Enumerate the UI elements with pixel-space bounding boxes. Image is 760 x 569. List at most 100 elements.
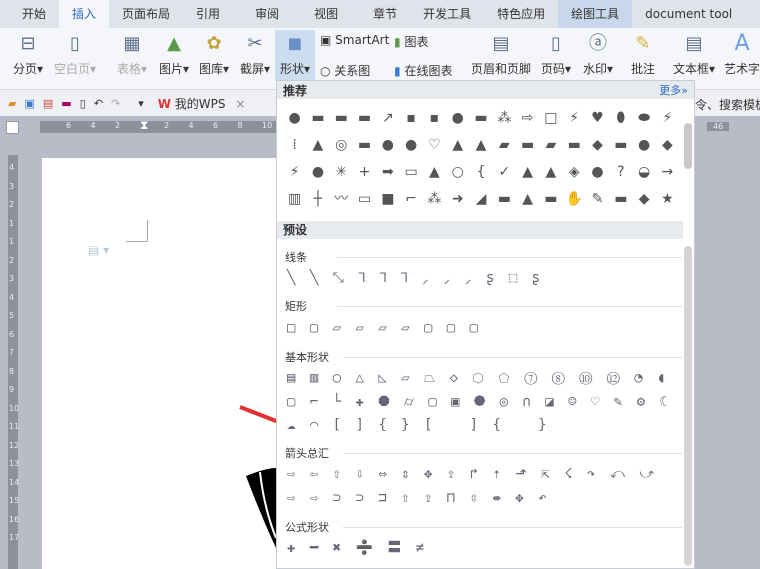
- shape-option[interactable]: ♡: [423, 132, 446, 159]
- relation-button[interactable]: ○ 关系图: [320, 62, 370, 79]
- shape-option[interactable]: ▬: [563, 132, 586, 159]
- shape-option[interactable]: ➡: [376, 159, 399, 186]
- shape-option[interactable]: ▲: [516, 159, 539, 186]
- lines-shapes[interactable]: ╲╲⤡⅂⅂⅂⸝⸝⸝ʂ⬚ʂ: [287, 267, 687, 291]
- shape-option[interactable]: ★: [656, 186, 679, 213]
- shape-option[interactable]: ✳: [330, 159, 353, 186]
- page-break-button[interactable]: ⊟ 分页▾: [8, 30, 48, 77]
- shape-option[interactable]: ┼: [306, 186, 329, 213]
- table-button[interactable]: ▦ 表格▾: [112, 30, 152, 77]
- shape-option[interactable]: ▲: [306, 132, 329, 159]
- arrow-shapes[interactable]: ⇨⇦⇧⇩⇔⇕✥⇪↱⇡⬏⇱☇↷⤺⤻⇨⇨⊃⊃⊐⇧⇪⊓⇳⇼✥↶: [287, 463, 687, 510]
- shape-option[interactable]: ▰: [539, 132, 562, 159]
- shape-option[interactable]: ➜: [446, 186, 469, 213]
- shape-option[interactable]: ✋: [563, 186, 586, 213]
- gallery-button[interactable]: ✿ 图库▾: [195, 30, 233, 77]
- rectangle-shapes[interactable]: □▢▱▱▱▱▢▢▢: [287, 317, 687, 341]
- shape-option[interactable]: ▬: [353, 132, 376, 159]
- tab-review[interactable]: 审阅: [233, 0, 292, 28]
- shape-option[interactable]: ◒: [632, 159, 655, 186]
- shape-option[interactable]: ✎: [586, 186, 609, 213]
- shape-option[interactable]: ○: [446, 159, 469, 186]
- blank-page-button[interactable]: ▯ 空白页▾: [50, 30, 100, 77]
- indent-marker[interactable]: ⧗: [140, 118, 148, 133]
- shape-option[interactable]: ⁞: [283, 132, 306, 159]
- tab-special[interactable]: 特色应用: [484, 0, 558, 28]
- shape-option[interactable]: ▰: [493, 132, 516, 159]
- shape-option[interactable]: ⚡: [283, 159, 306, 186]
- shape-option[interactable]: ◈: [563, 159, 586, 186]
- screenshot-button[interactable]: ✂ 截屏▾: [236, 30, 274, 77]
- watermark-button[interactable]: ⓐ 水印▾: [580, 30, 616, 77]
- tab-layout[interactable]: 页面布局: [109, 0, 183, 28]
- shape-option[interactable]: ◆: [632, 186, 655, 213]
- shape-option[interactable]: ▲: [539, 159, 562, 186]
- shape-option[interactable]: ▲: [516, 186, 539, 213]
- open-icon[interactable]: ▰: [8, 97, 16, 110]
- shape-option[interactable]: ▬: [609, 186, 632, 213]
- document-page[interactable]: ▤ ▾: [42, 158, 276, 569]
- shape-option[interactable]: ✓: [493, 159, 516, 186]
- paste-options-icon[interactable]: ▤ ▾: [88, 243, 109, 257]
- header-footer-button[interactable]: ▤ 页眉和页脚: [470, 30, 532, 77]
- shape-option[interactable]: ▭: [353, 186, 376, 213]
- shapes-button[interactable]: ◼ 形状▾: [275, 30, 315, 80]
- shape-option[interactable]: □: [539, 105, 562, 132]
- undo-icon[interactable]: ↶: [94, 97, 103, 110]
- tab-view[interactable]: 视图: [292, 0, 351, 28]
- shape-option[interactable]: ⬬: [632, 105, 655, 132]
- more-link[interactable]: 更多»: [659, 82, 688, 98]
- shape-option[interactable]: ?: [609, 159, 632, 186]
- shape-option[interactable]: →: [656, 159, 679, 186]
- shape-option[interactable]: ▲: [423, 159, 446, 186]
- tab-references[interactable]: 引用: [183, 0, 233, 28]
- shape-option[interactable]: ●: [586, 159, 609, 186]
- shape-option[interactable]: ↗: [376, 105, 399, 132]
- shape-option[interactable]: ●: [446, 105, 469, 132]
- shape-option[interactable]: +: [353, 159, 376, 186]
- chart-button[interactable]: ▮ 图表: [394, 33, 428, 50]
- shape-option[interactable]: {: [469, 159, 492, 186]
- shape-option[interactable]: ⇨: [516, 105, 539, 132]
- tab-insert[interactable]: 插入: [59, 0, 110, 28]
- tab-section[interactable]: 章节: [351, 0, 410, 28]
- comment-button[interactable]: ✎ 批注: [628, 30, 658, 77]
- shape-option[interactable]: ◆: [586, 132, 609, 159]
- shape-option[interactable]: ▥: [283, 186, 306, 213]
- shape-option[interactable]: ▬: [516, 132, 539, 159]
- print-preview-icon[interactable]: ▯: [80, 97, 86, 110]
- recommended-scrollbar[interactable]: [684, 123, 692, 169]
- shape-option[interactable]: ◢: [469, 186, 492, 213]
- shape-option[interactable]: ♥: [586, 105, 609, 132]
- shape-option[interactable]: ●: [632, 132, 655, 159]
- tab-document-tool[interactable]: document tool: [632, 0, 745, 28]
- shape-option[interactable]: ■: [376, 186, 399, 213]
- export-pdf-icon[interactable]: ▤: [43, 97, 53, 110]
- vertical-ruler[interactable]: 4 3 2 1 1 2 3 4 5 6 7 8 9 10 11 12 13 14 15 16 17: [8, 155, 19, 569]
- shape-option[interactable]: ◆: [656, 132, 679, 159]
- smartart-button[interactable]: ▣ SmartArt: [320, 33, 389, 47]
- shape-option[interactable]: ▬: [353, 105, 376, 132]
- basic-shapes[interactable]: ▤▥○△◺▱⏢◇⬡⬠⑦⑧⑩⑫◔◖▢⌐└✚⯃⌭▢▣⯄◎∩◪☺♡✎⚙☾☁⌒[]{}[…: [287, 367, 687, 438]
- print-icon[interactable]: ▬: [61, 97, 71, 110]
- shape-option[interactable]: ⬮: [609, 105, 632, 132]
- shape-option[interactable]: ⁂: [423, 186, 446, 213]
- shape-option[interactable]: ⚡: [656, 105, 679, 132]
- horizontal-ruler[interactable]: 6 4 2 2 4 6 8 10 ⧗: [40, 118, 276, 133]
- picture-button[interactable]: ▲ 图片▾: [155, 30, 193, 77]
- shape-option[interactable]: ▬: [539, 186, 562, 213]
- textbox-button[interactable]: ▤ 文本框▾: [670, 30, 718, 77]
- equation-shapes[interactable]: ✚━✖➗〓≠: [287, 537, 687, 561]
- shape-option[interactable]: ⚡: [563, 105, 586, 132]
- tab-developer[interactable]: 开发工具: [410, 0, 484, 28]
- shape-option[interactable]: ▬: [469, 105, 492, 132]
- shape-option[interactable]: ●: [306, 159, 329, 186]
- shape-option[interactable]: ⁂: [493, 105, 516, 132]
- tab-stop-selector[interactable]: [6, 121, 19, 134]
- save-icon[interactable]: ▣: [24, 97, 34, 110]
- shape-option[interactable]: ●: [399, 132, 422, 159]
- online-chart-button[interactable]: ▮ 在线图表: [394, 62, 452, 79]
- shape-option[interactable]: ▬: [609, 132, 632, 159]
- close-tab-icon[interactable]: ×: [235, 97, 245, 111]
- shape-option[interactable]: ▬: [306, 105, 329, 132]
